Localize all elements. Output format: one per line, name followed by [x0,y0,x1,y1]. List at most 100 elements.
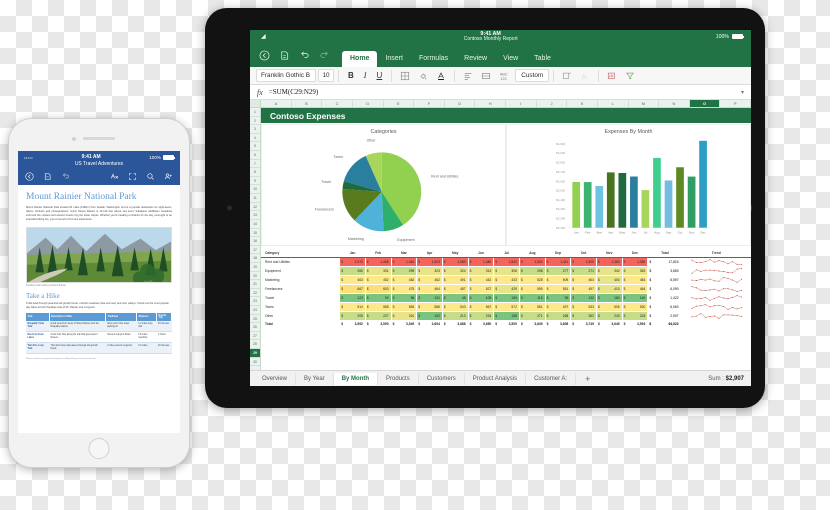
hike-table[interactable]: Trail Description of Hike Trailhead Distanc… [26,312,172,355]
cell-aug[interactable]: $1,502 [518,256,546,267]
cell-oct[interactable]: $132 [570,292,597,303]
column-header-J[interactable]: J [537,100,568,107]
cell-nov[interactable]: $404 [595,274,623,285]
cell-category[interactable]: Travel [260,292,341,303]
cell-jan[interactable]: $123 [339,292,366,303]
cell-apr[interactable]: $464 [416,283,443,294]
cell-jan[interactable]: $3,592 [339,319,366,330]
cell-category[interactable]: Rent and Utilities [260,256,341,267]
cell-category[interactable]: Other [260,310,341,321]
sheet-tab-by-month[interactable]: By Month [333,372,379,385]
row-header-14[interactable]: 14 [250,220,260,229]
cell-nov[interactable]: $3,649 [595,319,623,330]
cell-feb[interactable]: $603 [364,283,392,294]
cell-jun[interactable]: $527 [467,283,495,294]
row-header-25[interactable]: 25 [250,315,260,324]
number-format-select[interactable]: Custom [515,69,550,82]
cell-mar[interactable]: $98 [390,292,418,303]
cell-oct[interactable]: $1,500 [570,256,597,267]
cell-dec[interactable]: $3,593 [621,319,649,330]
merge-cells-icon[interactable] [481,71,491,81]
cell-apr[interactable]: $586 [416,301,443,312]
font-size-input[interactable]: 10 [318,69,334,82]
iphone-home-button[interactable] [88,438,110,459]
cell-jun[interactable]: $3,650 [467,319,495,330]
underline-button[interactable]: U [371,71,387,80]
cell-total[interactable]: $5,597 [647,274,683,285]
cell-sep[interactable]: $497 [544,301,572,312]
column-header-B[interactable]: B [292,100,323,107]
cell-dec[interactable]: $1,385 [621,256,649,267]
cell-jul[interactable]: $155 [493,292,520,303]
cell-apr[interactable]: $131 [416,292,443,303]
column-header-L[interactable]: L [598,100,629,107]
cell-may[interactable]: $543 [441,301,469,312]
cell-category[interactable]: Freelancers [260,283,341,294]
row-header-3[interactable]: 3 [250,125,260,134]
cell-jun[interactable]: $105 [467,292,495,303]
share-person-icon[interactable] [164,172,173,181]
cell-aug[interactable]: $559 [518,283,546,294]
word-document-body[interactable]: Mount Rainier National Park Mount Rainie… [18,185,180,433]
cell-total[interactable]: $6,090 [647,283,683,294]
formula-input[interactable]: =SUM(C29:N29) [269,88,735,96]
tab-formulas[interactable]: Formulas [411,51,456,67]
redo-icon[interactable] [319,50,330,61]
row-header-20[interactable]: 20 [250,272,260,281]
cell-jan[interactable]: $667 [339,283,366,294]
row-header-27[interactable]: 27 [250,332,260,341]
cell-apr[interactable]: $1,503 [416,256,443,267]
formula-bar[interactable]: fx =SUM(C29:N29) ▾ [250,85,751,100]
cell-may[interactable]: $48 [441,292,469,303]
row-header-24[interactable]: 24 [250,306,260,315]
row-header-5[interactable]: 5 [250,142,260,152]
cell-feb[interactable]: $558 [364,301,392,312]
cell-category[interactable]: Taxes [260,301,341,312]
cell-jun[interactable]: $313 [467,265,495,276]
cell-nov[interactable]: $505 [595,301,623,312]
cell-apr[interactable]: $323 [416,265,443,276]
cell-may[interactable]: $324 [441,265,469,276]
cell-category[interactable]: Marketing [260,274,341,285]
select-all-corner[interactable] [250,100,261,107]
cell-sep[interactable]: $3,608 [544,319,572,330]
row-header-18[interactable]: 18 [250,254,260,263]
back-icon[interactable] [259,50,270,61]
cell-jul[interactable]: $3,505 [493,319,520,330]
sheet-tab-product-analysis[interactable]: Product Analysis [465,372,527,385]
cell-sep[interactable]: $509 [544,274,572,285]
undo-icon[interactable] [61,172,70,181]
table-row[interactable]: Freelancers $667 $603 $475 $464 $487 $527 $429 $… [260,283,751,294]
undo-icon[interactable] [299,50,310,61]
cell-oct[interactable]: $497 [570,283,597,294]
add-sheet-button[interactable]: + [576,374,599,384]
cell-category[interactable]: Equipment [260,265,341,276]
column-header-C[interactable]: C [322,100,353,107]
sheet-tab-products[interactable]: Products [378,372,419,385]
column-header-O[interactable]: O [689,100,721,107]
column-header-D[interactable]: D [353,100,384,107]
cell-sep[interactable]: $268 [544,310,572,321]
cell-total[interactable]: $17,824 [647,256,683,267]
file-icon[interactable] [43,172,52,181]
column-header-G[interactable]: G [445,100,476,107]
row-header-1[interactable]: 1 [250,108,260,117]
cell-jan[interactable]: $514 [339,301,366,312]
cell-mar[interactable]: $3,549 [390,319,418,330]
expand-icon[interactable] [128,172,137,181]
cell-aug[interactable]: $551 [518,301,546,312]
cell-dec[interactable]: $140 [621,292,649,303]
cell-total[interactable]: $2,907 [647,310,683,321]
column-header-P[interactable]: P [720,100,751,107]
column-header-A[interactable]: A [261,100,292,107]
cell-oct[interactable]: $3,749 [570,319,597,330]
bar-chart[interactable]: Expenses By Month $4,000 $3,900 $3,800 $3,7… [506,124,751,246]
cell-aug[interactable]: $271 [518,310,546,321]
cell-jan[interactable]: $463 [339,274,366,285]
sort-filter-icon[interactable] [625,71,635,81]
cell-jan[interactable]: $1,570 [339,256,366,267]
cell-dec[interactable]: $224 [621,310,649,321]
cell-jun[interactable]: $234 [467,310,495,321]
cell-jul[interactable]: $158 [493,310,520,321]
row-header-17[interactable]: 17 [250,246,260,255]
